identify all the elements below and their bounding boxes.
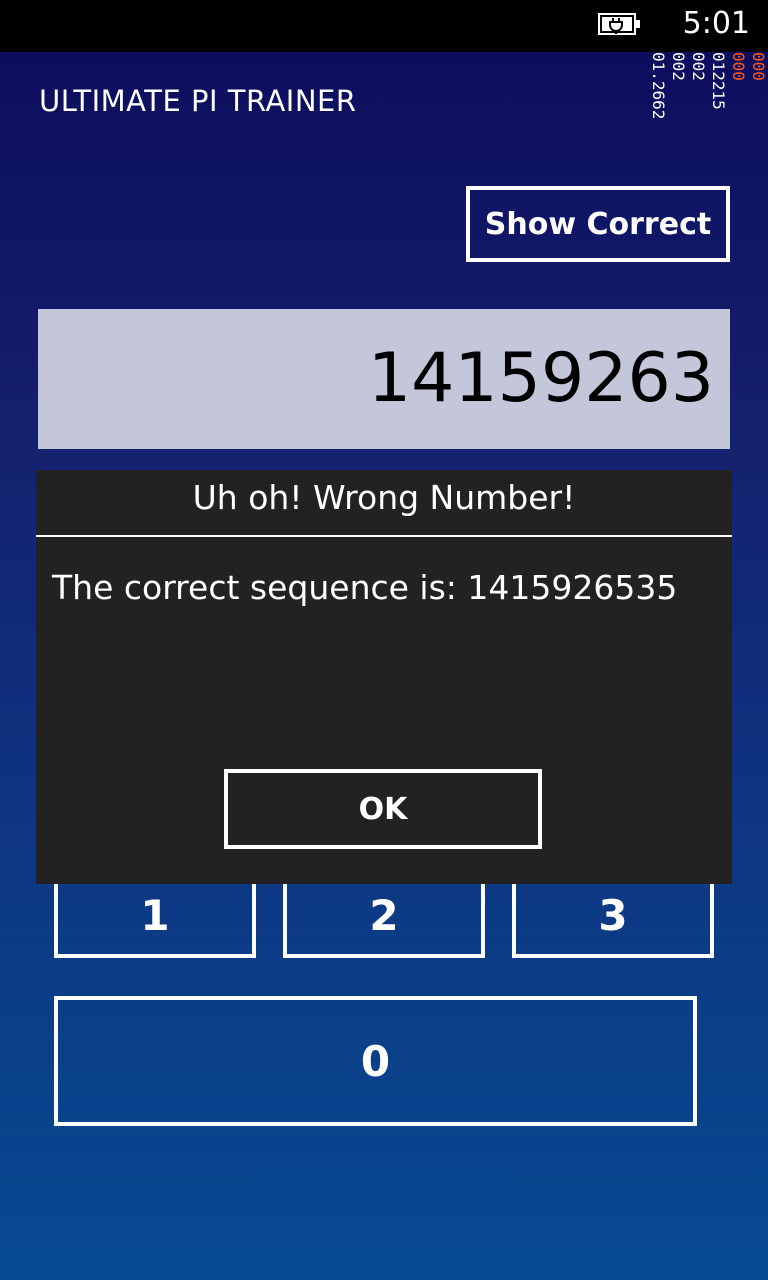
status-time: 5:01 xyxy=(682,6,750,41)
debug-counter: 000 xyxy=(729,52,748,81)
ok-button[interactable]: OK xyxy=(224,769,542,849)
key-0-button[interactable]: 0 xyxy=(54,996,697,1126)
debug-counter: 000 xyxy=(749,52,768,81)
sequence-display: 14159263 xyxy=(38,309,730,449)
dialog-divider xyxy=(36,535,732,537)
dialog-title: Uh oh! Wrong Number! xyxy=(192,478,576,517)
battery-charging-icon xyxy=(598,13,640,35)
show-correct-button[interactable]: Show Correct xyxy=(466,186,730,262)
status-bar: 5:01 xyxy=(0,0,768,52)
dialog-message: The correct sequence is: 1415926535 xyxy=(52,568,678,607)
key-3-button[interactable]: 3 xyxy=(512,872,714,958)
debug-counter: 01.2662 xyxy=(649,52,668,120)
debug-counter: 012215 xyxy=(709,52,728,110)
debug-counters: 000 000 012215 002 002 01.2662 xyxy=(649,52,768,127)
debug-counter: 002 xyxy=(669,52,688,81)
key-2-button[interactable]: 2 xyxy=(283,872,485,958)
app-title: ULTIMATE PI TRAINER xyxy=(39,84,357,118)
wrong-number-dialog: Uh oh! Wrong Number! The correct sequenc… xyxy=(36,470,732,884)
key-1-button[interactable]: 1 xyxy=(54,872,256,958)
debug-counter: 002 xyxy=(689,52,708,81)
